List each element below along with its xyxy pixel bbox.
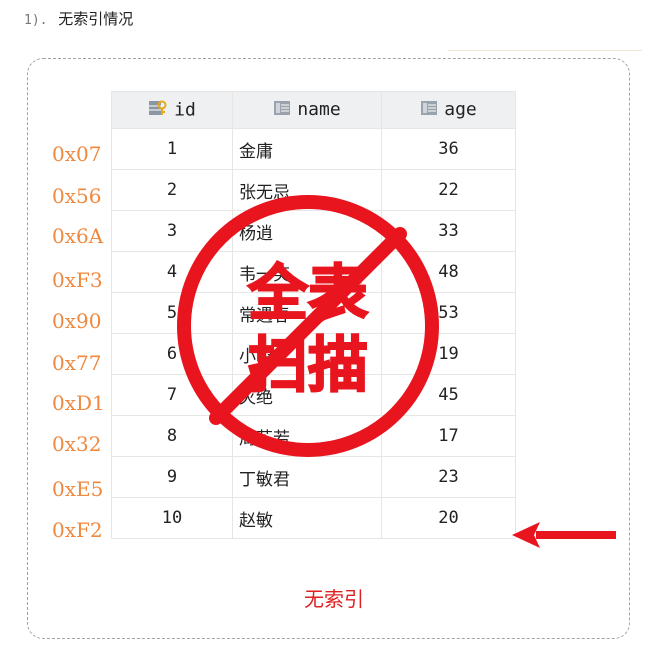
address-label: 0x07 xyxy=(52,142,102,166)
column-label: age xyxy=(444,99,477,121)
full-table-scan-stamp: 全表 扫描 xyxy=(177,195,439,457)
cell-id: 10 xyxy=(111,497,233,539)
table-row[interactable]: 9 丁敏君 23 xyxy=(111,456,516,498)
address-label: 0x90 xyxy=(52,309,102,333)
table-row[interactable]: 10 赵敏 20 xyxy=(111,497,516,539)
column-label: name xyxy=(297,99,341,121)
cell-age: 36 xyxy=(381,128,516,170)
cell-age: 20 xyxy=(381,497,516,539)
divider xyxy=(448,50,642,51)
column-header-name[interactable]: name xyxy=(232,91,382,129)
stamp-text-line1: 全表 xyxy=(247,259,368,329)
address-label: 0x6A xyxy=(52,224,104,248)
cell-id: 1 xyxy=(111,128,233,170)
column-header-id[interactable]: id xyxy=(111,91,233,129)
heading-title: 无索引情况 xyxy=(58,10,134,28)
address-label: 0xE5 xyxy=(52,477,104,501)
address-label: 0xF2 xyxy=(52,518,103,542)
address-label: 0x56 xyxy=(52,184,102,208)
cell-age: 23 xyxy=(381,456,516,498)
address-label: 0x77 xyxy=(52,351,102,375)
key-icon xyxy=(148,99,168,122)
address-label: 0xD1 xyxy=(52,391,105,415)
caption: 无索引 xyxy=(304,587,364,611)
cell-name: 金庸 xyxy=(232,128,382,170)
column-icon xyxy=(273,100,291,121)
cell-name: 丁敏君 xyxy=(232,456,382,498)
cell-id: 9 xyxy=(111,456,233,498)
column-header-age[interactable]: age xyxy=(381,91,516,129)
cell-name: 赵敏 xyxy=(232,497,382,539)
address-label: 0x32 xyxy=(52,432,102,456)
address-label: 0xF3 xyxy=(52,268,103,292)
stamp-text-line2: 扫描 xyxy=(248,331,368,401)
column-label: id xyxy=(174,99,196,120)
column-icon xyxy=(420,100,438,121)
table-header-row: id name age xyxy=(111,91,516,129)
pointer-arrow-icon xyxy=(512,522,616,548)
table-row[interactable]: 1 金庸 36 xyxy=(111,128,516,170)
heading-number: 1). xyxy=(24,13,48,28)
section-heading: 1). 无索引情况 xyxy=(24,8,133,29)
